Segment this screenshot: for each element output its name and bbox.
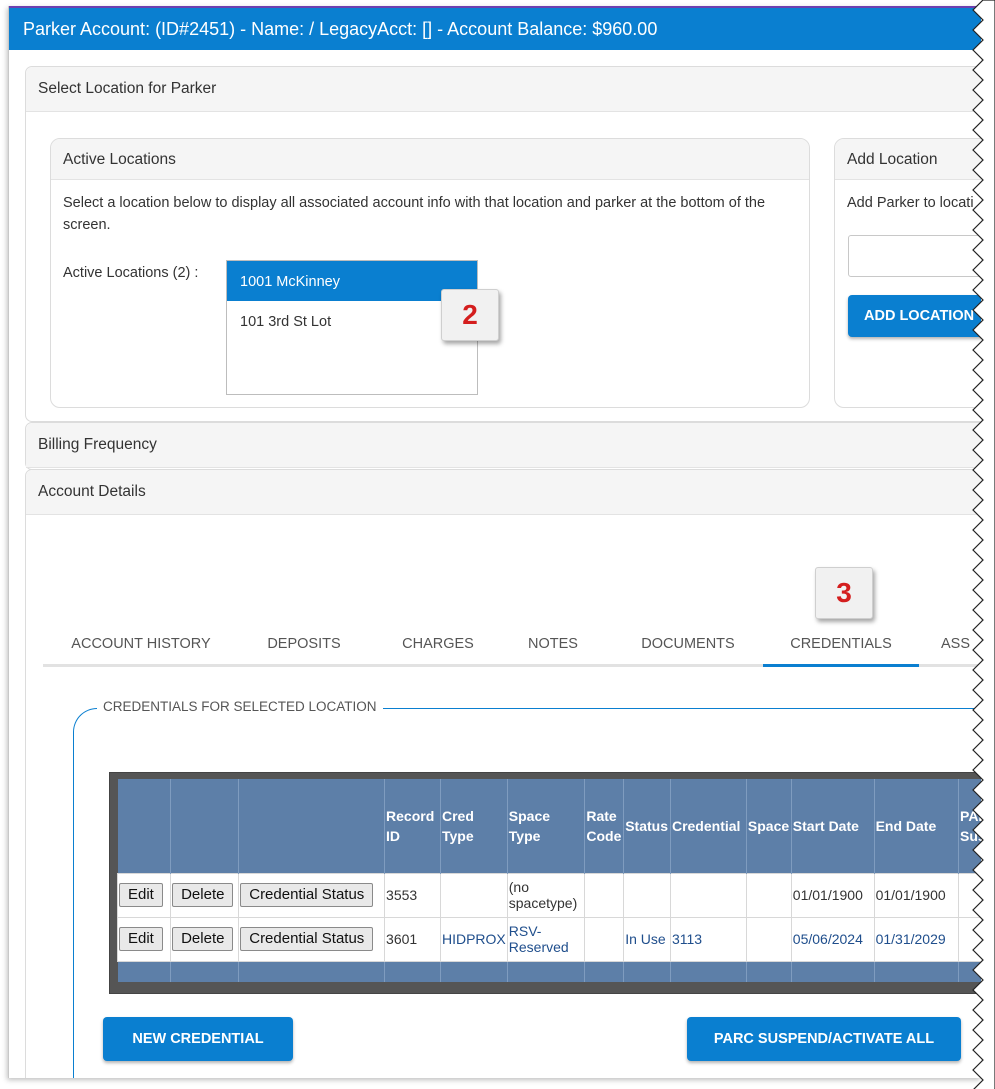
- billing-frequency-panel: Billing Frequency: [25, 422, 981, 470]
- delete-button[interactable]: Delete: [172, 883, 234, 907]
- callout-marker-2: 2: [441, 289, 499, 341]
- callout-marker-3: 3: [815, 567, 873, 619]
- space-type-cell: (no spacetype): [506, 872, 586, 918]
- column-header-cred-type: Cred Type: [440, 779, 508, 873]
- credentials-section-title: CREDENTIALS FOR SELECTED LOCATION: [97, 699, 383, 714]
- location-option-101-3rd-st-lot[interactable]: 101 3rd St Lot: [227, 301, 477, 341]
- credentials-grid: Record ID Cred Type Space Type Rate Code…: [109, 772, 981, 994]
- delete-cell: Delete: [170, 872, 240, 918]
- end-date-cell: 01/31/2029: [873, 916, 960, 962]
- status-cell: Credential Status: [238, 872, 386, 918]
- status-cell: Credential Status: [238, 916, 386, 962]
- cred-type-cell: [439, 872, 508, 918]
- edit-cell: Edit: [116, 916, 172, 962]
- account-details-header[interactable]: Account Details: [26, 470, 981, 515]
- credential-cell: 3113: [669, 916, 747, 962]
- tab-credentials[interactable]: CREDENTIALS: [763, 624, 919, 667]
- column-header: [170, 779, 240, 873]
- tab-account-history[interactable]: ACCOUNT HISTORY: [43, 624, 239, 664]
- add-location-description: Add Parker to locati: [847, 195, 974, 211]
- select-location-panel: Select Location for Parker Active Locati…: [25, 66, 981, 422]
- space-type-cell: RSV-Reserved: [506, 916, 586, 962]
- credential-status-button[interactable]: Credential Status: [240, 927, 374, 951]
- add-location-input[interactable]: [848, 235, 981, 277]
- column-header-end-date: End Date: [874, 779, 960, 873]
- cred-type-cell: HIDPROX: [439, 916, 508, 962]
- new-credential-button[interactable]: NEW CREDENTIAL: [103, 1017, 293, 1061]
- page-title: Parker Account: (ID#2451) - Name: / Lega…: [9, 6, 981, 50]
- edit-button[interactable]: Edit: [119, 883, 163, 907]
- active-locations-panel: Active Locations Select a location below…: [50, 138, 810, 408]
- edit-button[interactable]: Edit: [119, 927, 163, 951]
- start-date-cell: 05/06/2024: [790, 916, 875, 962]
- credential-cell: [669, 872, 747, 918]
- credentials-table: Record ID Cred Type Space Type Rate Code…: [116, 779, 981, 982]
- parker-account-window: Parker Account: (ID#2451) - Name: / Lega…: [8, 6, 981, 1078]
- active-locations-label: Active Locations (2) :: [63, 265, 199, 281]
- edit-cell: Edit: [116, 872, 172, 918]
- tab-notes[interactable]: NOTES: [513, 624, 593, 664]
- column-header: [238, 779, 386, 873]
- tab-deposits[interactable]: DEPOSITS: [249, 624, 359, 664]
- billing-frequency-header[interactable]: Billing Frequency: [26, 423, 981, 468]
- tab-documents[interactable]: DOCUMENTS: [628, 624, 748, 664]
- end-date-cell: 01/01/1900: [873, 872, 960, 918]
- select-location-header[interactable]: Select Location for Parker: [26, 67, 981, 112]
- column-header-rate-code: Rate Code: [584, 779, 625, 873]
- column-header-space: Space: [746, 779, 792, 873]
- rate-code-cell: [584, 872, 625, 918]
- add-location-panel: Add Location Add Parker to locati ADD LO…: [834, 138, 981, 408]
- account-details-tabs: ACCOUNT HISTORY DEPOSITS CHARGES NOTES D…: [43, 624, 981, 667]
- delete-button[interactable]: Delete: [172, 927, 234, 951]
- active-locations-header: Active Locations: [51, 139, 809, 180]
- torn-edge-decoration: [972, 0, 995, 1089]
- column-header-space-type: Space Type: [507, 779, 586, 873]
- add-location-button[interactable]: ADD LOCATION: [848, 295, 981, 337]
- status-value-cell: [623, 872, 671, 918]
- active-locations-description: Select a location below to display all a…: [63, 195, 766, 233]
- delete-cell: Delete: [170, 916, 240, 962]
- column-header-credential: Credential: [670, 779, 747, 873]
- rate-code-cell: [584, 916, 625, 962]
- record-id-cell: 3601: [384, 916, 441, 962]
- tab-charges[interactable]: CHARGES: [383, 624, 493, 664]
- status-value-cell: In Use: [623, 916, 671, 962]
- parc-suspend-activate-all-button[interactable]: PARC SUSPEND/ACTIVATE ALL: [687, 1017, 961, 1061]
- add-location-header: Add Location: [835, 139, 981, 180]
- credential-status-button[interactable]: Credential Status: [240, 883, 374, 907]
- record-id-cell: 3553: [384, 872, 441, 918]
- space-cell: [745, 872, 792, 918]
- table-row: Edit Delete Credential Status 3553 (no s…: [116, 872, 981, 918]
- column-header-record-id: Record ID: [384, 779, 441, 873]
- column-header-start-date: Start Date: [791, 779, 875, 873]
- start-date-cell: 01/01/1900: [790, 872, 875, 918]
- table-row: Edit Delete Credential Status 3601 HIDPR…: [116, 916, 981, 962]
- table-footer-row: [117, 961, 981, 982]
- table-header-row: Record ID Cred Type Space Type Rate Code…: [117, 779, 981, 873]
- space-cell: [745, 916, 792, 962]
- column-header: [117, 779, 172, 873]
- location-option-1001-mckinney[interactable]: 1001 McKinney: [227, 261, 477, 301]
- column-header-status: Status: [623, 779, 671, 873]
